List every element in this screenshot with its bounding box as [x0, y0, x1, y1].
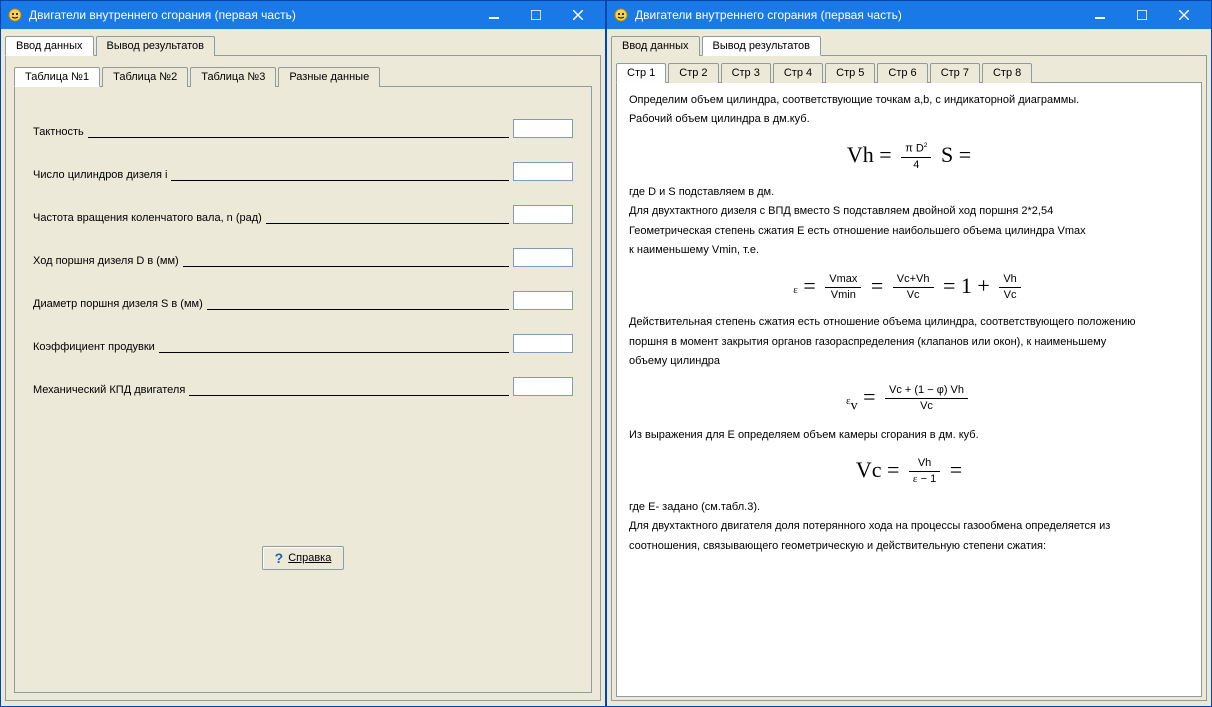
text-line: где D и S подставляем в дм. — [629, 185, 1189, 200]
tab-page1[interactable]: Стр 1 — [616, 63, 666, 83]
tab-input[interactable]: Ввод данных — [611, 36, 700, 56]
tab-page3[interactable]: Стр 3 — [721, 63, 771, 83]
tab-output[interactable]: Вывод результатов — [702, 36, 821, 56]
tab-page5[interactable]: Стр 5 — [825, 63, 875, 83]
input-stroke[interactable] — [513, 248, 573, 267]
text-line: Геометрическая степень сжатия E есть отн… — [629, 224, 1189, 239]
label-rpm: Частота вращения коленчатого вала, n (ра… — [33, 212, 262, 224]
titlebar-right[interactable]: Двигатели внутреннего сгорания (первая ч… — [607, 1, 1211, 29]
tab-table2[interactable]: Таблица №2 — [102, 67, 188, 87]
output-panel: Определим объем цилиндра, соответствующи… — [616, 83, 1202, 697]
close-button[interactable] — [557, 4, 599, 26]
underline — [189, 384, 509, 396]
label-efficiency: Механический КПД двигателя — [33, 384, 185, 396]
main-tabstrip-right: Ввод данных Вывод результатов — [611, 35, 1207, 56]
app-icon — [613, 7, 629, 23]
text-line: Для двухтактного двигателя доля потерянн… — [629, 519, 1189, 534]
tab-input[interactable]: Ввод данных — [5, 36, 94, 56]
tab-page6[interactable]: Стр 6 — [877, 63, 927, 83]
label-stroke: Ход поршня дизеля D в (мм) — [33, 255, 179, 267]
sub-tabpanel: Тактность Число цилиндров дизеля i Часто… — [14, 87, 592, 693]
tab-page4[interactable]: Стр 4 — [773, 63, 823, 83]
left-window: Двигатели внутреннего сгорания (первая ч… — [0, 0, 606, 707]
tab-table1[interactable]: Таблица №1 — [14, 67, 100, 87]
label-cylinders: Число цилиндров дизеля i — [33, 169, 167, 181]
maximize-button[interactable] — [1121, 4, 1163, 26]
text-line: объему цилиндра — [629, 354, 1189, 369]
row-blowdown: Коэффициент продувки — [33, 320, 573, 353]
client-area-right: Ввод данных Вывод результатов Стр 1 Стр … — [607, 29, 1211, 706]
text-line: Действительная степень сжатия есть отнош… — [629, 315, 1189, 330]
underline — [207, 298, 509, 310]
window-title: Двигатели внутреннего сгорания (первая ч… — [635, 8, 1079, 22]
input-diameter[interactable] — [513, 291, 573, 310]
text-line: к наименьшему Vmin, т.е. — [629, 243, 1189, 258]
text-line: Рабочий объем цилиндра в дм.куб. — [629, 112, 1189, 127]
row-rpm: Частота вращения коленчатого вала, n (ра… — [33, 191, 573, 224]
underline — [88, 126, 509, 138]
help-button[interactable]: ? Справка — [262, 546, 345, 570]
main-tabpanel-right: Стр 1 Стр 2 Стр 3 Стр 4 Стр 5 Стр 6 Стр … — [611, 56, 1207, 701]
titlebar-left[interactable]: Двигатели внутреннего сгорания (первая ч… — [1, 1, 605, 29]
text-line: Определим объем цилиндра, соответствующи… — [629, 93, 1189, 108]
input-efficiency[interactable] — [513, 377, 573, 396]
label-taktnost: Тактность — [33, 126, 84, 138]
tab-misc[interactable]: Разные данные — [278, 67, 380, 87]
minimize-button[interactable] — [473, 4, 515, 26]
formula-epsilon-v: εv = Vc + (1 − φ) VhVc — [629, 382, 1189, 416]
formula-vc: Vc = Vhε − 1 = — [629, 455, 1189, 488]
tab-page7[interactable]: Стр 7 — [930, 63, 980, 83]
underline — [159, 341, 509, 353]
underline — [171, 169, 509, 181]
close-button[interactable] — [1163, 4, 1205, 26]
app-icon — [7, 7, 23, 23]
row-diameter: Диаметр поршня дизеля S в (мм) — [33, 277, 573, 310]
formula-epsilon: ε = VmaxVmin = Vc+VhVc = 1 + VhVc — [629, 271, 1189, 304]
text-line: Из выражения для E определяем объем каме… — [629, 428, 1189, 443]
sub-tabstrip: Таблица №1 Таблица №2 Таблица №3 Разные … — [14, 66, 592, 87]
label-blowdown: Коэффициент продувки — [33, 341, 155, 353]
input-rpm[interactable] — [513, 205, 573, 224]
page-tabstrip: Стр 1 Стр 2 Стр 3 Стр 4 Стр 5 Стр 6 Стр … — [616, 62, 1202, 83]
maximize-button[interactable] — [515, 4, 557, 26]
main-tabstrip-left: Ввод данных Вывод результатов — [5, 35, 601, 56]
help-label: Справка — [288, 552, 331, 564]
minimize-button[interactable] — [1079, 4, 1121, 26]
input-taktnost[interactable] — [513, 119, 573, 138]
tab-output[interactable]: Вывод результатов — [96, 36, 215, 56]
row-cylinders: Число цилиндров дизеля i — [33, 148, 573, 181]
window-title: Двигатели внутреннего сгорания (первая ч… — [29, 8, 473, 22]
label-diameter: Диаметр поршня дизеля S в (мм) — [33, 298, 203, 310]
tab-table3[interactable]: Таблица №3 — [190, 67, 276, 87]
input-blowdown[interactable] — [513, 334, 573, 353]
tab-page8[interactable]: Стр 8 — [982, 63, 1032, 83]
formula-vh: Vh = π D24 S = — [629, 140, 1189, 173]
underline — [266, 212, 509, 224]
text-line: соотношения, связывающего геометрическую… — [629, 539, 1189, 554]
help-icon: ? — [275, 550, 284, 566]
underline — [183, 255, 509, 267]
row-stroke: Ход поршня дизеля D в (мм) — [33, 234, 573, 267]
text-line: где E- задано (см.табл.3). — [629, 500, 1189, 515]
row-taktnost: Тактность — [33, 105, 573, 138]
text-line: Для двухтактного дизеля с ВПД вместо S п… — [629, 204, 1189, 219]
text-line: поршня в момент закрытия органов газорас… — [629, 335, 1189, 350]
tab-page2[interactable]: Стр 2 — [668, 63, 718, 83]
client-area-left: Ввод данных Вывод результатов Таблица №1… — [1, 29, 605, 706]
main-tabpanel-left: Таблица №1 Таблица №2 Таблица №3 Разные … — [5, 56, 601, 701]
row-efficiency: Механический КПД двигателя — [33, 363, 573, 396]
input-cylinders[interactable] — [513, 162, 573, 181]
right-window: Двигатели внутреннего сгорания (первая ч… — [606, 0, 1212, 707]
